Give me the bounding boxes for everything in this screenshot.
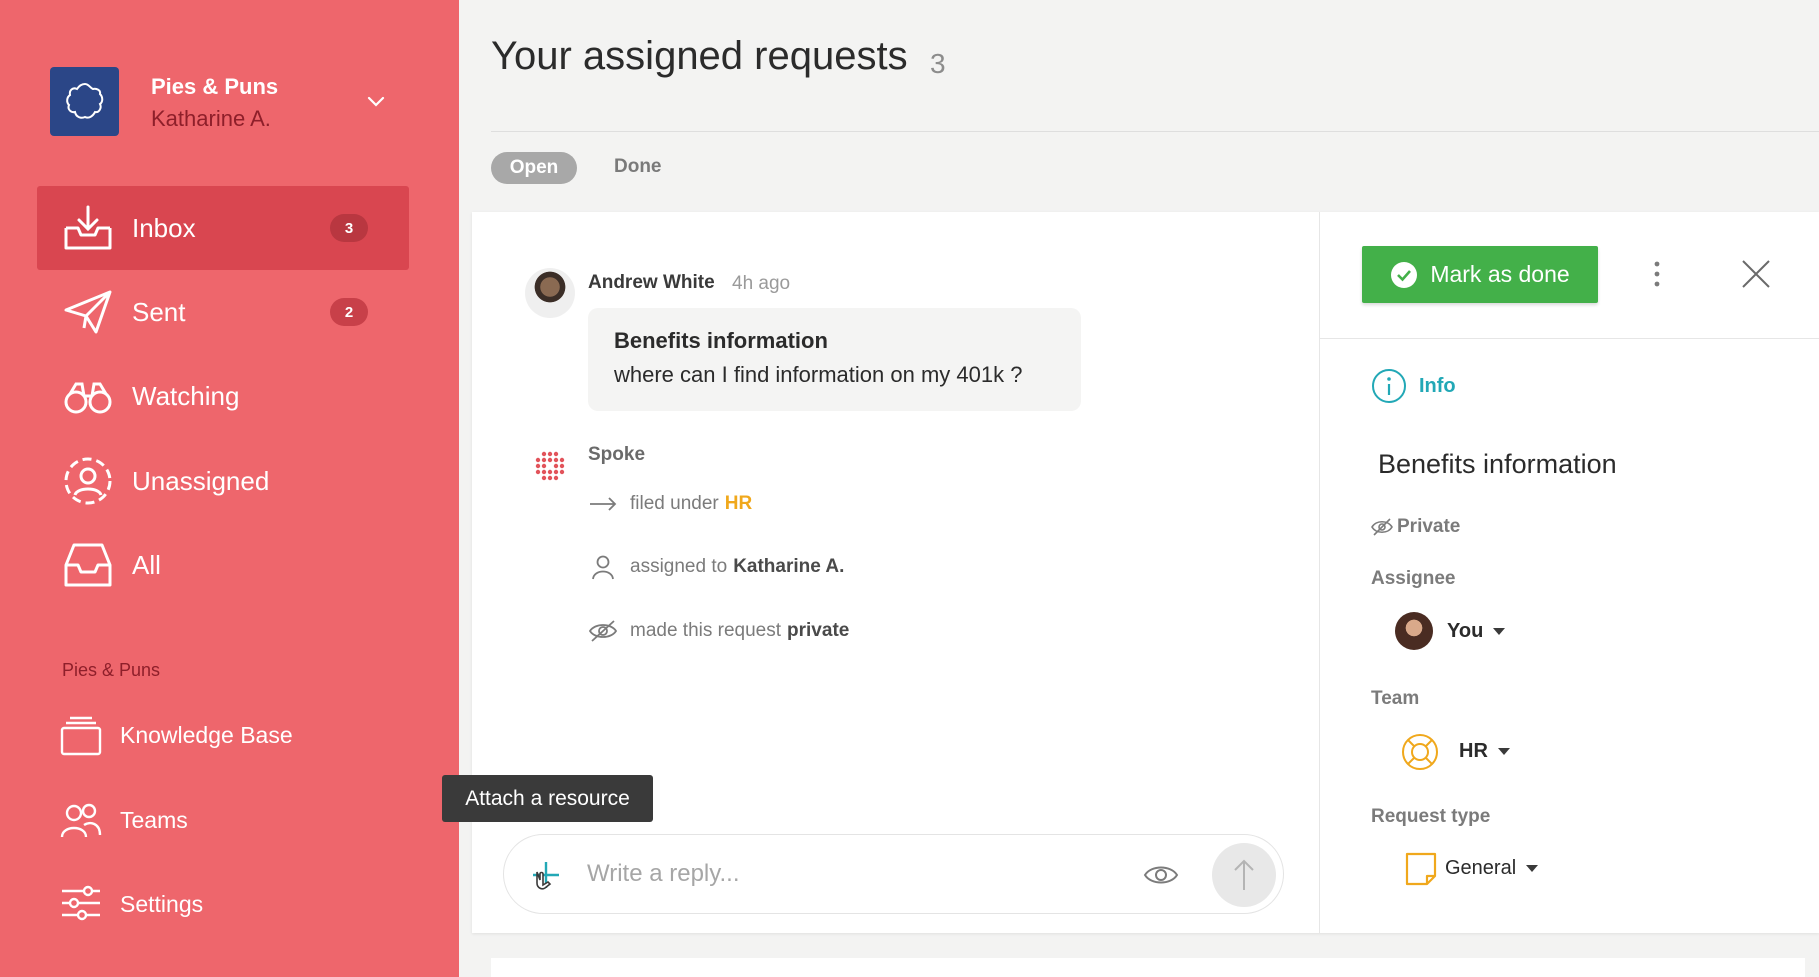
org-logo[interactable] <box>50 67 119 136</box>
assignee-name: Katharine A. <box>733 556 845 577</box>
reply-input[interactable] <box>585 850 1129 898</box>
attach-resource-icon[interactable] <box>528 858 562 892</box>
divider <box>1319 212 1320 933</box>
inbox-icon <box>64 205 112 250</box>
tab-open[interactable]: Open <box>491 152 577 184</box>
assignee-select[interactable]: You <box>1447 620 1506 643</box>
request-type-label: Request type <box>1371 806 1491 827</box>
sidebar-item-all[interactable]: All <box>37 523 409 607</box>
team-select[interactable]: HR <box>1459 740 1510 763</box>
caret-down-icon <box>1526 865 1539 872</box>
activity-text: filed under <box>630 493 719 514</box>
activity-text: assigned to <box>630 556 728 577</box>
sticky-note-icon <box>1405 852 1437 886</box>
request-type-value: General <box>1445 857 1517 879</box>
team-label: Team <box>1371 688 1420 709</box>
message-title: Benefits information <box>614 328 828 353</box>
sidebar-item-watching[interactable]: Watching <box>37 354 409 438</box>
message-timestamp: 4h ago <box>732 273 791 294</box>
eye-slash-icon <box>588 620 618 642</box>
count-badge: 2 <box>330 298 368 326</box>
activity-actor: Spoke <box>588 444 646 465</box>
sidebar: Pies & Puns Katharine A. Inbox 3 Sent 2 … <box>0 0 459 977</box>
sidebar-item-label: Teams <box>120 806 188 833</box>
count-badge: 3 <box>330 214 368 242</box>
divider <box>491 131 1819 132</box>
tray-icon <box>64 543 112 587</box>
activity-assigned: assigned to Katharine A. <box>588 553 844 581</box>
eye-slash-icon <box>1371 518 1393 536</box>
stack-icon <box>60 716 102 756</box>
message-bubble <box>588 308 1081 411</box>
people-icon <box>60 803 102 838</box>
sidebar-item-label: Unassigned <box>132 465 270 496</box>
next-card-edge <box>491 958 1805 977</box>
privacy-label: Private <box>1397 516 1461 537</box>
sidebar-item-label: Watching <box>132 380 240 411</box>
team-link[interactable]: HR <box>725 493 752 515</box>
activity-text: made this request <box>630 620 782 641</box>
close-icon[interactable] <box>1740 258 1772 290</box>
mark-as-done-button[interactable]: Mark as done <box>1362 246 1598 303</box>
privacy-status: Private <box>1371 516 1460 538</box>
sidebar-item-unassigned[interactable]: Unassigned <box>37 439 409 523</box>
flower-logo-icon <box>65 82 103 119</box>
send-button[interactable] <box>1212 843 1276 907</box>
request-title: Benefits information <box>1378 449 1617 479</box>
unassigned-user-icon <box>64 457 112 505</box>
mark-as-done-label: Mark as done <box>1430 261 1570 287</box>
tooltip: Attach a resource <box>442 775 653 822</box>
paper-plane-icon <box>64 290 112 334</box>
lifebuoy-icon <box>1402 734 1438 770</box>
privacy-value: private <box>787 620 850 641</box>
tab-label: Info <box>1419 374 1456 397</box>
current-user-name: Katharine A. <box>151 106 271 131</box>
chevron-down-icon[interactable] <box>365 90 387 112</box>
sidebar-item-label: All <box>132 549 161 580</box>
request-type-select[interactable]: General <box>1445 857 1539 880</box>
org-name: Pies & Puns <box>151 74 279 99</box>
tab-info[interactable]: Info <box>1371 368 1456 404</box>
activity-filed: filed under HR <box>588 490 752 518</box>
message-author[interactable]: Andrew White <box>588 272 715 294</box>
sliders-icon <box>62 885 100 921</box>
caret-down-icon <box>1493 628 1506 635</box>
avatar <box>1395 612 1433 650</box>
caret-down-icon <box>1497 748 1510 755</box>
sidebar-item-knowledge-base[interactable]: Knowledge Base <box>60 705 400 765</box>
sidebar-item-label: Inbox <box>132 212 196 243</box>
check-circle-icon <box>1391 261 1418 288</box>
arrow-right-icon <box>590 497 617 511</box>
message-body: where can I find information on my 401k … <box>614 362 1023 387</box>
section-title: Pies & Puns <box>62 660 161 680</box>
page-title: Your assigned requests <box>491 34 908 78</box>
more-options-icon[interactable] <box>1646 259 1668 289</box>
arrow-up-icon <box>1234 859 1254 890</box>
info-icon <box>1372 369 1406 403</box>
sidebar-item-label: Knowledge Base <box>120 721 293 748</box>
sidebar-item-label: Sent <box>132 296 186 327</box>
sidebar-item-settings[interactable]: Settings <box>60 874 400 934</box>
sidebar-item-label: Settings <box>120 890 204 917</box>
spoke-logo-icon <box>535 451 565 481</box>
eye-icon[interactable] <box>1143 860 1179 890</box>
divider <box>1320 338 1819 339</box>
assignee-label: Assignee <box>1371 568 1456 589</box>
assignee-value: You <box>1447 620 1484 642</box>
user-icon <box>592 555 614 580</box>
binoculars-icon <box>64 382 112 414</box>
activity-private: made this request private <box>588 617 849 645</box>
request-count: 3 <box>930 48 946 79</box>
tab-done[interactable]: Done <box>614 156 662 178</box>
avatar[interactable] <box>525 268 575 318</box>
team-value: HR <box>1459 740 1488 762</box>
sidebar-item-teams[interactable]: Teams <box>60 790 400 850</box>
sidebar-item-sent[interactable]: Sent 2 <box>37 270 409 354</box>
sidebar-item-inbox[interactable]: Inbox 3 <box>37 186 409 270</box>
